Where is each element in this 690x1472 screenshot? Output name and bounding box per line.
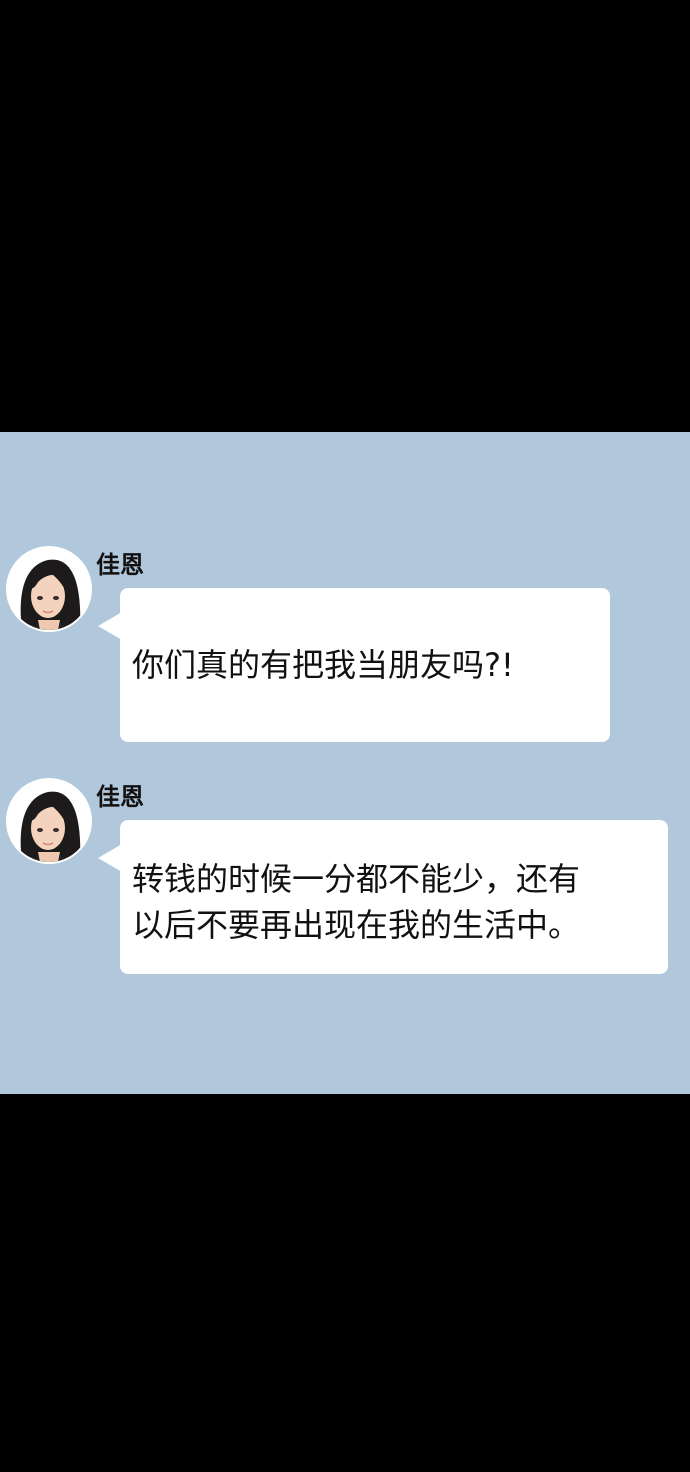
message-text-line: 以后不要再出现在我的生活中。 xyxy=(132,906,581,944)
bubble-tail xyxy=(98,612,122,640)
sender-name: 佳恩 xyxy=(96,551,144,579)
chat-panel: 佳恩 你们真的有把我当朋友吗?! 佳恩 转钱的时候一分都不能少，还有 以后不要再… xyxy=(0,432,690,1094)
message-bubble: 你们真的有把我当朋友吗?! xyxy=(120,588,610,742)
message-text: 你们真的有把我当朋友吗?! xyxy=(132,646,514,684)
chat-message: 佳恩 你们真的有把我当朋友吗?! xyxy=(0,546,690,746)
bottom-black-band xyxy=(0,1094,690,1472)
top-black-band xyxy=(0,0,690,432)
bubble-tail xyxy=(98,844,122,872)
chat-message: 佳恩 转钱的时候一分都不能少，还有 以后不要再出现在我的生活中。 xyxy=(0,778,690,978)
woman-avatar-icon xyxy=(6,778,92,864)
sender-name: 佳恩 xyxy=(96,783,144,811)
message-text-line: 转钱的时候一分都不能少，还有 xyxy=(132,860,581,898)
woman-avatar-icon xyxy=(6,546,92,632)
message-bubble: 转钱的时候一分都不能少，还有 以后不要再出现在我的生活中。 xyxy=(120,820,668,974)
